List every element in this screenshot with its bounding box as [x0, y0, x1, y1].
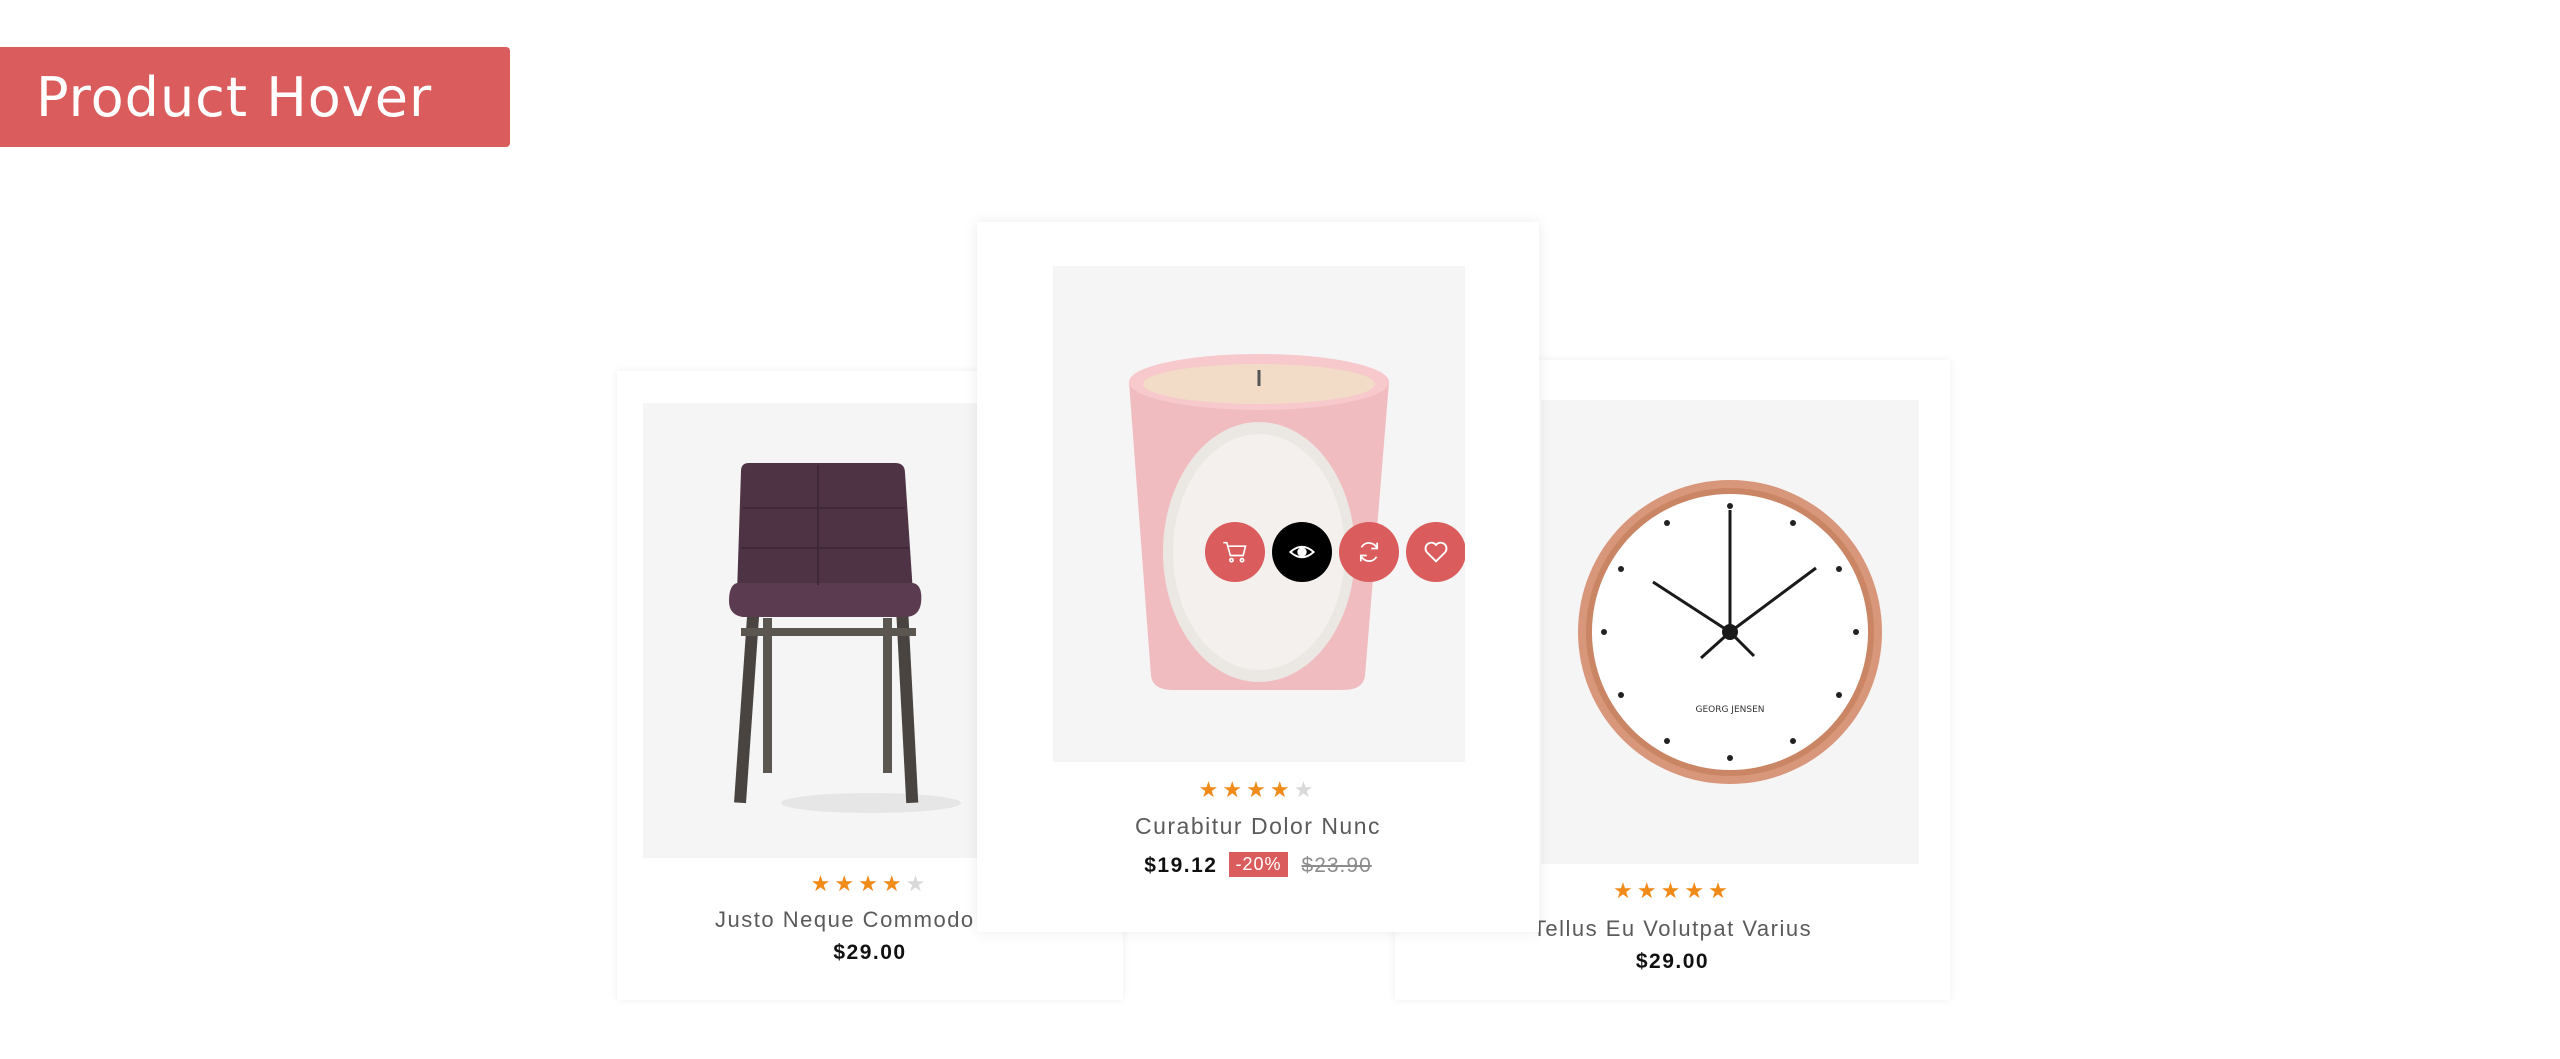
heart-icon [1424, 541, 1448, 563]
compare-button[interactable] [1339, 522, 1399, 582]
product-price: $29.00 [833, 941, 907, 964]
clock-brand-text: GEORG JENSEN [1695, 705, 1764, 715]
product-image[interactable] [1053, 266, 1465, 762]
page-title: Product Hover [36, 65, 433, 129]
star-icon: ★ [1246, 777, 1270, 802]
star-icon: ★ [858, 871, 882, 896]
star-icon: ★ [834, 871, 859, 896]
star-icon: ★ [1269, 777, 1294, 802]
star-empty-icon: ★ [905, 871, 930, 896]
product-price: $29.00 [1635, 950, 1710, 973]
hover-action-bar [1205, 522, 1465, 582]
star-icon: ★ [1613, 878, 1637, 903]
product-image[interactable]: GEORG JENSEN [1541, 400, 1919, 864]
discount-badge: -20% [1229, 852, 1288, 877]
star-icon: ★ [1636, 878, 1661, 903]
cart-icon [1223, 541, 1247, 563]
star-icon: ★ [1684, 878, 1709, 903]
add-to-cart-button[interactable] [1205, 522, 1265, 582]
page-banner: Product Hover [0, 47, 510, 147]
product-name[interactable]: Curabitur Dolor Nunc [977, 813, 1539, 840]
add-to-wishlist-button[interactable] [1406, 522, 1465, 582]
star-icon: ★ [810, 871, 835, 896]
star-icon: ★ [1198, 777, 1223, 802]
product-price: $19.12 [1144, 854, 1218, 877]
star-icon: ★ [881, 871, 906, 896]
compare-icon [1359, 542, 1379, 562]
star-icon: ★ [1222, 777, 1247, 802]
product-rating: ★★★★★ [977, 777, 1539, 803]
old-price: $23.90 [1301, 854, 1372, 877]
star-icon: ★ [1660, 878, 1685, 903]
eye-icon [1288, 545, 1316, 559]
star-empty-icon: ★ [1293, 777, 1318, 802]
product-card-hovered[interactable]: ★★★★★ Curabitur Dolor Nunc $19.12 -20% $23… [977, 222, 1539, 932]
quick-view-button[interactable] [1272, 522, 1332, 582]
star-icon: ★ [1708, 878, 1732, 903]
product-price-row: $19.12 -20% $23.90 [977, 852, 1539, 878]
